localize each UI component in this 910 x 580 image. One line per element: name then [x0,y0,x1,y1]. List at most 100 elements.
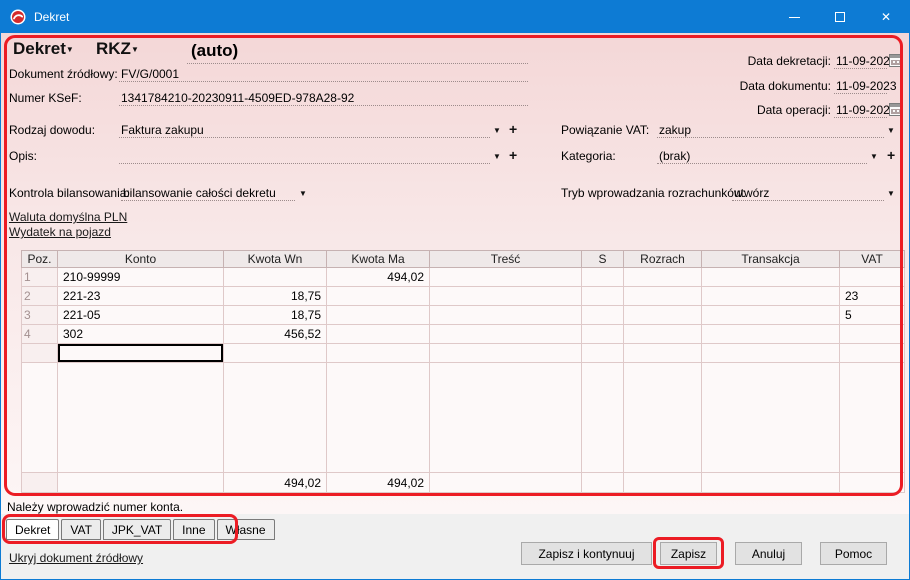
cell-konto[interactable]: 210-99999 [58,268,224,287]
cell-s[interactable] [582,306,624,325]
cell-tresc[interactable] [430,344,582,363]
tab-jpk-vat[interactable]: JPK_VAT [103,519,171,540]
cell-kwota-ma[interactable] [327,287,430,306]
col-header-kwota-wn[interactable]: Kwota Wn [224,251,327,268]
col-header-rozrach[interactable]: Rozrach [624,251,702,268]
cell-rozrach[interactable] [624,268,702,287]
date-operacji-label: Data operacji: [706,103,831,117]
cell-konto[interactable]: 221-05 [58,306,224,325]
cell-tresc[interactable] [430,287,582,306]
cell-vat[interactable] [840,325,905,344]
selected-cell-konto[interactable] [58,344,224,363]
col-header-vat[interactable]: VAT [840,251,905,268]
cell-transakcja[interactable] [702,287,840,306]
col-header-s[interactable]: S [582,251,624,268]
date-operacji-value[interactable]: 11-09-2023 [836,103,897,117]
date-dekretacji-value[interactable]: 11-09-2023 [836,54,897,68]
cell-konto[interactable]: 221-23 [58,287,224,306]
cell-kwota-wn[interactable] [224,268,327,287]
cell-transakcja[interactable] [702,306,840,325]
cell-kwota-ma[interactable] [327,344,430,363]
tab-inne[interactable]: Inne [173,519,214,540]
help-button[interactable]: Pomoc [820,542,887,565]
cell-kwota-ma[interactable]: 494,02 [327,268,430,287]
cell-vat[interactable]: 23 [840,287,905,306]
cell-vat[interactable]: 5 [840,306,905,325]
cell-vat[interactable] [840,268,905,287]
rodzaj-dowodu-label: Rodzaj dowodu: [9,123,95,137]
chevron-down-icon[interactable]: ▼ [887,126,895,135]
cell-kwota-ma[interactable] [327,325,430,344]
cell-kwota-wn[interactable]: 18,75 [224,306,327,325]
cell-transakcja[interactable] [702,268,840,287]
cell-tresc[interactable] [430,306,582,325]
minimize-button[interactable] [771,1,817,33]
waluta-domyslna-link[interactable]: Waluta domyślna PLN [9,210,127,224]
add-icon[interactable]: + [509,149,517,161]
calendar-icon[interactable] [889,103,902,116]
cell-kwota-ma[interactable] [327,306,430,325]
cell-rozrach[interactable] [624,325,702,344]
table-row[interactable]: 2 221-23 18,75 23 [22,287,905,306]
dekret-menu-button[interactable]: Dekret▼ [13,39,74,59]
cell-rozrach[interactable] [624,287,702,306]
tab-wlasne[interactable]: Własne [217,519,275,540]
close-button[interactable]: ✕ [863,1,909,33]
cell-tresc[interactable] [430,268,582,287]
dokument-zrodlowy-value[interactable]: FV/G/0001 [121,67,179,81]
rodzaj-dowodu-value[interactable]: Faktura zakupu [121,123,204,137]
cell-s[interactable] [582,344,624,363]
numer-ksef-value[interactable]: 1341784210-20230911-4509ED-978A28-92 [121,91,354,105]
powiazanie-vat-value[interactable]: zakup [659,123,691,137]
chevron-down-icon[interactable]: ▼ [887,189,895,198]
col-header-transakcja[interactable]: Transakcja [702,251,840,268]
tab-vat[interactable]: VAT [61,519,101,540]
table-row[interactable]: 3 221-05 18,75 5 [22,306,905,325]
cell-transakcja[interactable] [702,344,840,363]
cell-transakcja[interactable] [702,325,840,344]
maximize-button[interactable] [817,1,863,33]
col-header-konto[interactable]: Konto [58,251,224,268]
empty-cell [430,473,582,493]
wydatek-na-pojazd-link[interactable]: Wydatek na pojazd [9,225,111,239]
empty-cell [840,473,905,493]
save-and-continue-button[interactable]: Zapisz i kontynuuj [521,542,652,565]
kategoria-value[interactable]: (brak) [659,149,690,163]
col-header-tresc[interactable]: Treść [430,251,582,268]
grid-empty-area[interactable] [22,363,905,473]
table-row-new[interactable] [22,344,905,363]
cell-s[interactable] [582,268,624,287]
chevron-down-icon: ▼ [66,45,74,54]
save-button[interactable]: Zapisz [660,542,717,565]
cell-kwota-wn[interactable]: 456,52 [224,325,327,344]
add-icon[interactable]: + [887,149,895,161]
table-row[interactable]: 4 302 456,52 [22,325,905,344]
cell-vat[interactable] [840,344,905,363]
cancel-button[interactable]: Anuluj [735,542,802,565]
cell-s[interactable] [582,287,624,306]
add-icon[interactable]: + [509,123,517,135]
chevron-down-icon[interactable]: ▼ [870,152,878,161]
cell-kwota-wn[interactable]: 18,75 [224,287,327,306]
calendar-icon[interactable] [889,54,902,67]
col-header-kwota-ma[interactable]: Kwota Ma [327,251,430,268]
cell-s[interactable] [582,325,624,344]
table-row[interactable]: 1 210-99999 494,02 [22,268,905,287]
ukryj-dokument-link[interactable]: Ukryj dokument źródłowy [9,551,143,565]
cell-konto[interactable]: 302 [58,325,224,344]
chevron-down-icon[interactable]: ▼ [299,189,307,198]
cell-rozrach[interactable] [624,344,702,363]
cell-tresc[interactable] [430,325,582,344]
cell-rozrach[interactable] [624,306,702,325]
date-dokumentu-value[interactable]: 11-09-2023 [836,79,897,93]
col-header-poz[interactable]: Poz. [22,251,58,268]
rkz-menu-button[interactable]: RKZ▼ [96,39,139,59]
kontrola-bilansowania-value[interactable]: bilansowanie całości dekretu [123,186,276,200]
tab-dekret[interactable]: Dekret [6,519,59,540]
window-title: Dekret [34,10,69,24]
chevron-down-icon[interactable]: ▼ [493,152,501,161]
chevron-down-icon[interactable]: ▼ [493,126,501,135]
decree-number-auto[interactable]: (auto) [191,41,238,61]
tryb-rozrachunkow-value[interactable]: utwórz [734,186,769,200]
cell-kwota-wn[interactable] [224,344,327,363]
